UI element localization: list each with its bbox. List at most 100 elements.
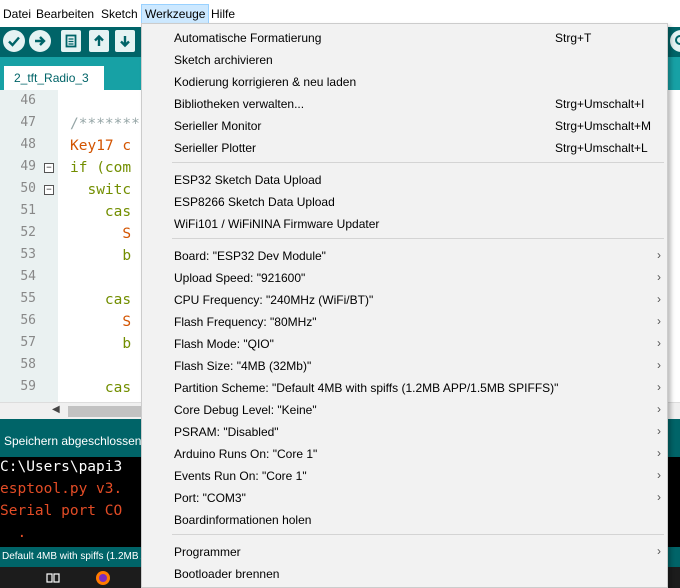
menu-item-label: Events Run On: "Core 1"	[174, 469, 307, 483]
line-number: 53	[0, 245, 58, 267]
submenu-chevron-icon: ›	[657, 292, 661, 306]
console-line: Serial port CO	[0, 503, 123, 519]
menu-item-label: Programmer	[174, 545, 241, 559]
line-number-text: 55	[20, 291, 36, 306]
menu-item[interactable]: Automatische Formatierung Strg+T	[142, 27, 667, 49]
line-number: 49−	[0, 157, 58, 179]
menu-separator	[172, 534, 664, 535]
menu-bearbeiten[interactable]: Bearbeiten	[33, 4, 97, 24]
code-line: b	[70, 336, 132, 352]
check-icon	[8, 36, 20, 47]
menu-item[interactable]: Partition Scheme: "Default 4MB with spif…	[142, 377, 667, 399]
menu-hilfe[interactable]: Hilfe	[208, 4, 238, 24]
task-view-icon[interactable]	[44, 570, 62, 586]
menu-item[interactable]: Programmer ›	[142, 541, 667, 563]
code-line: S	[70, 314, 132, 330]
menu-item[interactable]: CPU Frequency: "240MHz (WiFi/BT)" ›	[142, 289, 667, 311]
menu-item[interactable]: Sketch archivieren	[142, 49, 667, 71]
menu-item[interactable]: Bootloader brennen	[142, 563, 667, 585]
menu-item-label: Board: "ESP32 Dev Module"	[174, 249, 326, 263]
line-number: 54	[0, 267, 58, 289]
menu-sketch[interactable]: Sketch	[98, 4, 141, 24]
menu-item[interactable]: Flash Mode: "QIO" ›	[142, 333, 667, 355]
line-number-text: 52	[20, 225, 36, 240]
menu-item[interactable]: Port: "COM3" ›	[142, 487, 667, 509]
menu-item[interactable]: Serieller Monitor Strg+Umschalt+M	[142, 115, 667, 137]
new-sketch-button[interactable]	[61, 30, 81, 52]
line-number-text: 59	[20, 379, 36, 394]
menu-item[interactable]: WiFi101 / WiFiNINA Firmware Updater	[142, 213, 667, 235]
menu-item[interactable]: ESP8266 Sketch Data Upload	[142, 191, 667, 213]
menu-item-label: Bibliotheken verwalten...	[174, 97, 305, 111]
menu-item-label: Core Debug Level: "Keine"	[174, 403, 317, 417]
menu-item[interactable]: Arduino Runs On: "Core 1" ›	[142, 443, 667, 465]
submenu-chevron-icon: ›	[657, 248, 661, 262]
menu-item[interactable]: Flash Frequency: "80MHz" ›	[142, 311, 667, 333]
upload-button[interactable]	[29, 30, 51, 52]
menu-item[interactable]: Serieller Plotter Strg+Umschalt+L	[142, 137, 667, 159]
werkzeuge-dropdown-menu: Automatische Formatierung Strg+T Sketch ar…	[141, 23, 668, 588]
new-file-icon	[65, 34, 77, 48]
submenu-chevron-icon: ›	[657, 270, 661, 284]
menu-item-label: Serieller Plotter	[174, 141, 257, 155]
submenu-chevron-icon: ›	[657, 490, 661, 504]
menu-item[interactable]: Board: "ESP32 Dev Module" ›	[142, 245, 667, 267]
menu-item[interactable]: Boardinformationen holen	[142, 509, 667, 531]
fold-toggle-icon[interactable]: −	[44, 163, 54, 173]
arrow-down-icon	[120, 36, 130, 48]
line-number-text: 53	[20, 247, 36, 262]
line-number-text: 50	[20, 181, 36, 196]
menu-separator	[172, 238, 664, 239]
menu-item-label: ESP8266 Sketch Data Upload	[174, 195, 335, 209]
submenu-chevron-icon: ›	[657, 402, 661, 416]
menu-item[interactable]: PSRAM: "Disabled" ›	[142, 421, 667, 443]
menu-item[interactable]: Core Debug Level: "Keine" ›	[142, 399, 667, 421]
serial-monitor-button[interactable]	[670, 30, 680, 52]
menu-item-label: Arduino Runs On: "Core 1"	[174, 447, 318, 461]
line-number-text: 51	[20, 203, 36, 218]
menu-item[interactable]: Bibliotheken verwalten... Strg+Umschalt+I	[142, 93, 667, 115]
verify-button[interactable]	[3, 30, 25, 52]
menu-item[interactable]: Upload Speed: "921600" ›	[142, 267, 667, 289]
line-number: 56	[0, 311, 58, 333]
menu-separator	[172, 162, 664, 163]
open-button[interactable]	[89, 30, 109, 52]
menu-item-label: Flash Size: "4MB (32Mb)"	[174, 359, 312, 373]
menu-item-label: Bootloader brennen	[174, 567, 280, 581]
line-number-text: 48	[20, 137, 36, 152]
line-number-text: 54	[20, 269, 36, 284]
menu-item[interactable]: Kodierung korrigieren & neu laden	[142, 71, 667, 93]
menu-item[interactable]: Events Run On: "Core 1" ›	[142, 465, 667, 487]
line-number: 46	[0, 91, 58, 113]
menu-item-label: Boardinformationen holen	[174, 513, 312, 527]
console-line: C:\Users\papi3	[0, 459, 123, 475]
submenu-chevron-icon: ›	[657, 380, 661, 394]
menu-item[interactable]: Flash Size: "4MB (32Mb)" ›	[142, 355, 667, 377]
fold-toggle-icon[interactable]: −	[44, 185, 54, 195]
menu-item-label: Upload Speed: "921600"	[174, 271, 306, 285]
board-status-text: Default 4MB with spiffs (1.2MB A	[2, 551, 148, 562]
save-button[interactable]	[115, 30, 135, 52]
code-line: S	[70, 226, 132, 242]
firefox-icon[interactable]	[94, 570, 112, 586]
scroll-left-icon[interactable]: ◀	[52, 404, 60, 415]
code-line: Key17 c	[70, 138, 132, 154]
line-number-text: 56	[20, 313, 36, 328]
console-line: .	[0, 525, 27, 541]
line-number: 55	[0, 289, 58, 311]
menu-item[interactable]: ESP32 Sketch Data Upload	[142, 169, 667, 191]
submenu-chevron-icon: ›	[657, 336, 661, 350]
menu-werkzeuge[interactable]: Werkzeuge	[141, 4, 210, 24]
line-number: 52	[0, 223, 58, 245]
menu-datei[interactable]: Datei	[0, 4, 34, 24]
scrollbar-thumb[interactable]	[68, 406, 142, 417]
submenu-chevron-icon: ›	[657, 314, 661, 328]
line-number-text: 47	[20, 115, 36, 130]
line-number: 50−	[0, 179, 58, 201]
menu-item-label: Partition Scheme: "Default 4MB with spif…	[174, 381, 559, 395]
tab-sketch[interactable]: 2_tft_Radio_3	[4, 66, 104, 90]
submenu-chevron-icon: ›	[657, 468, 661, 482]
arrow-right-icon	[35, 36, 46, 46]
menu-item-label: Port: "COM3"	[174, 491, 246, 505]
menu-item-label: Kodierung korrigieren & neu laden	[174, 75, 357, 89]
